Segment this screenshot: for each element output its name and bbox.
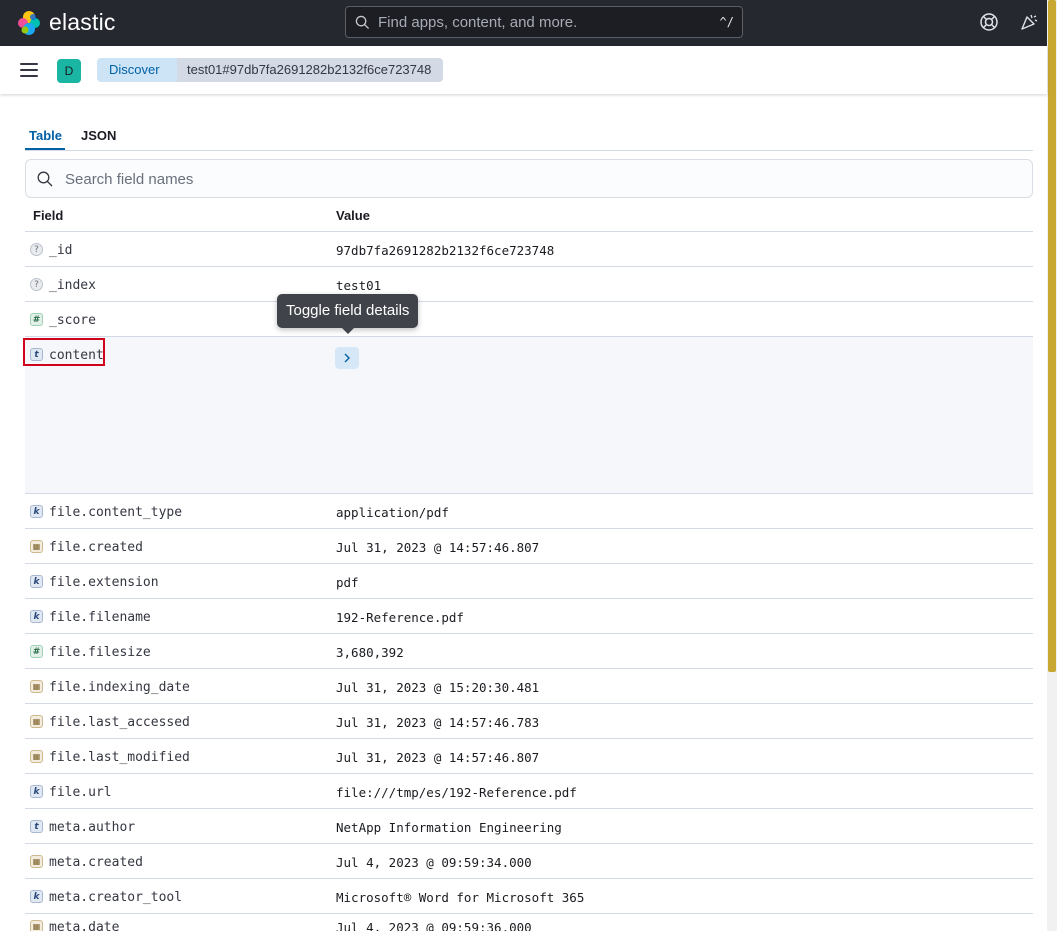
field-value: test01 [336,278,382,293]
field-value: 192-Reference.pdf [336,610,464,625]
date-field-type-icon: ▦ [30,750,43,763]
keyword-field-type-icon: k [30,890,43,903]
unknown-field-type-icon: ? [30,243,43,256]
field-name: meta.creator_tool [49,890,183,905]
field-name: file.last_modified [49,750,190,765]
tab-json[interactable]: JSON [81,128,116,143]
number-field-type-icon: # [30,313,43,326]
table-row[interactable]: ? _id 97db7fa2691282b2132f6ce723748 [25,232,1033,267]
field-name: file.content_type [49,505,183,520]
tab-table[interactable]: Table [29,128,62,143]
table-row[interactable]: k meta.creator_tool Microsoft® Word for … [25,879,1033,914]
field-name: meta.date [49,920,120,931]
field-name: file.filesize [49,645,151,660]
table-row[interactable]: ▦ file.indexing_date Jul 31, 2023 @ 15:2… [25,669,1033,704]
table-row[interactable]: k file.extension pdf [25,564,1033,599]
scrollbar-thumb[interactable] [1048,0,1056,672]
table-row[interactable]: t meta.author NetApp Information Enginee… [25,809,1033,844]
date-field-type-icon: ▦ [30,540,43,553]
field-value: Jul 4, 2023 @ 09:59:34.000 [336,855,532,870]
global-header: elastic Find apps, content, and more. ^/ [0,0,1057,46]
breadcrumb-document: test01#97db7fa2691282b2132f6ce723748 [177,58,444,82]
table-row[interactable]: ? _index test01 [25,267,1033,302]
date-field-type-icon: ▦ [30,680,43,693]
field-value: 97db7fa2691282b2132f6ce723748 [336,243,555,258]
table-row[interactable]: # file.filesize 3,680,392 [25,634,1033,669]
help-icon[interactable] [979,12,999,32]
field-value: file:///tmp/es/192-Reference.pdf [336,785,577,800]
field-name: _id [49,243,73,258]
keyword-field-type-icon: k [30,505,43,518]
chevron-right-icon [344,353,350,363]
field-value: Jul 31, 2023 @ 14:57:46.783 [336,715,540,730]
table-row[interactable]: ▦ file.last_modified Jul 31, 2023 @ 14:5… [25,739,1033,774]
field-name: file.last_accessed [49,715,190,730]
table-row[interactable]: k file.filename 192-Reference.pdf [25,599,1033,634]
date-field-type-icon: ▦ [30,855,43,868]
table-row[interactable]: # _score [25,302,1033,337]
field-name: file.url [49,785,112,800]
unknown-field-type-icon: ? [30,278,43,291]
hamburger-menu-icon[interactable] [20,63,38,77]
table-row[interactable]: ▦ meta.date Jul 4, 2023 @ 09:59:36.000 [25,914,1033,931]
table-row[interactable]: k file.url file:///tmp/es/192-Reference.… [25,774,1033,809]
tooltip-arrow [341,327,355,334]
field-name: meta.author [49,820,136,835]
field-name: _score [49,313,96,328]
field-search-placeholder: Search field names [65,171,194,188]
keyword-field-type-icon: k [30,575,43,588]
highlight-annotation-box [23,338,105,366]
search-icon [37,171,53,187]
number-field-type-icon: # [30,645,43,658]
field-value: Microsoft® Word for Microsoft 365 [336,890,585,905]
column-header-value[interactable]: Value [336,208,370,223]
field-name: file.created [49,540,143,555]
field-name: _index [49,278,96,293]
table-row[interactable]: ▦ file.last_accessed Jul 31, 2023 @ 14:5… [25,704,1033,739]
newsfeed-icon[interactable] [1019,12,1039,32]
field-search-input[interactable]: Search field names [25,159,1033,198]
space-avatar[interactable]: D [57,59,81,83]
tooltip-toggle-field-details: Toggle field details [277,294,419,328]
keyboard-shortcut-hint: ^/ [719,15,734,29]
field-value: Jul 31, 2023 @ 15:20:30.481 [336,680,540,695]
text-field-type-icon: t [30,820,43,833]
table-row[interactable]: k file.content_type application/pdf [25,494,1033,529]
global-search-placeholder: Find apps, content, and more. [378,14,578,31]
tabs-divider [25,150,1033,151]
field-name: file.filename [49,610,151,625]
field-value: Jul 4, 2023 @ 09:59:36.000 [336,920,532,931]
table-row[interactable]: ▦ file.created Jul 31, 2023 @ 14:57:46.8… [25,529,1033,564]
field-name: file.extension [49,575,159,590]
table-row-content-expanded[interactable]: t content [23,337,1033,493]
toggle-field-details-button[interactable] [335,347,359,369]
field-name: file.indexing_date [49,680,190,695]
table-row[interactable]: ▦ meta.created Jul 4, 2023 @ 09:59:34.00… [25,844,1033,879]
date-field-type-icon: ▦ [30,715,43,728]
field-name: meta.created [49,855,143,870]
column-header-field[interactable]: Field [33,208,63,223]
field-value: Jul 31, 2023 @ 14:57:46.807 [336,750,540,765]
keyword-field-type-icon: k [30,610,43,623]
field-value: 3,680,392 [336,645,404,660]
field-value: Jul 31, 2023 @ 14:57:46.807 [336,540,540,555]
app-header: D Discover test01#97db7fa2691282b2132f6c… [0,46,1047,94]
brand-name[interactable]: elastic [49,9,116,36]
keyword-field-type-icon: k [30,785,43,798]
elastic-logo-icon[interactable] [16,10,42,36]
date-field-type-icon: ▦ [30,920,43,931]
breadcrumb-discover[interactable]: Discover [97,58,178,82]
field-value: pdf [336,575,359,590]
field-value: application/pdf [336,505,449,520]
field-value: NetApp Information Engineering [336,820,562,835]
search-icon [355,15,370,30]
global-search-input[interactable]: Find apps, content, and more. ^/ [345,6,743,38]
